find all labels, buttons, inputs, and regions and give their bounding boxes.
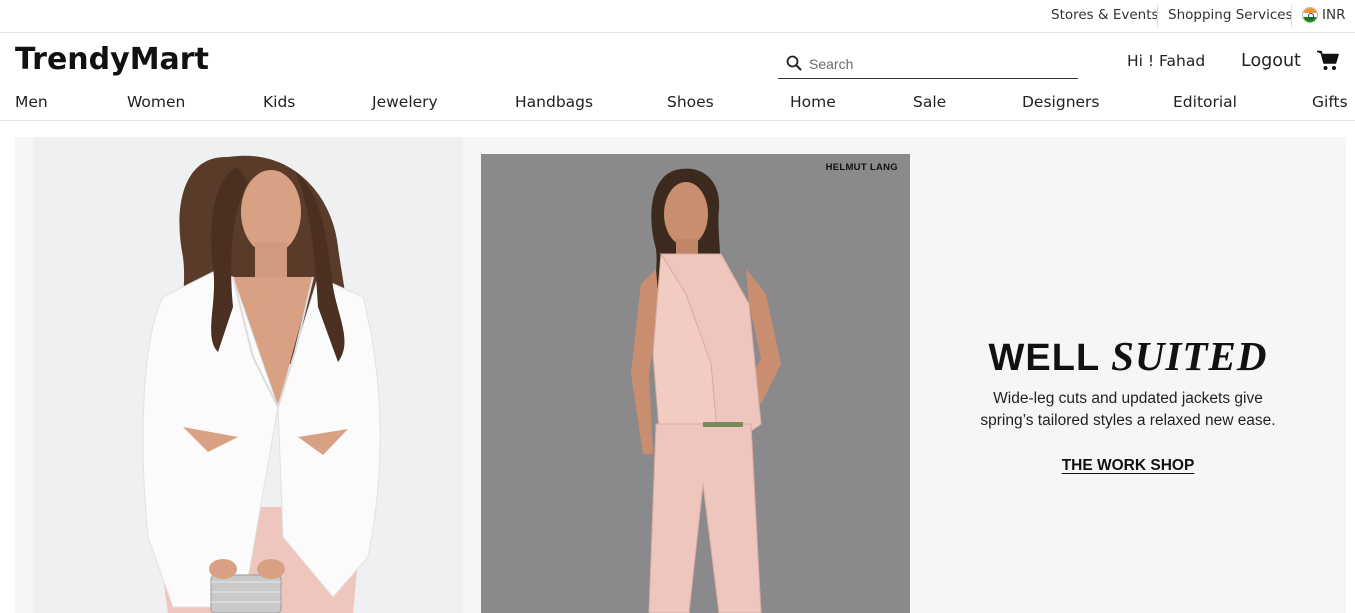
nav-item-shoes[interactable]: Shoes: [667, 93, 714, 111]
utility-bar: Stores & Events Shopping Services INR: [0, 0, 1355, 33]
shopping-services-link[interactable]: Shopping Services: [1168, 7, 1293, 23]
divider: [1291, 5, 1292, 27]
promo-description: Wide-leg cuts and updated jackets give s…: [933, 388, 1323, 432]
search-bar: [778, 50, 1078, 79]
promo-title-plain: WELL: [988, 337, 1100, 379]
logout-button[interactable]: Logout: [1241, 51, 1301, 71]
promo-text-line: spring’s tailored styles a relaxed new e…: [980, 412, 1276, 429]
nav-item-designers[interactable]: Designers: [1022, 93, 1100, 111]
brand-tag: HELMUT LANG: [825, 162, 898, 173]
nav-item-sale[interactable]: Sale: [913, 93, 946, 111]
nav-item-jewelery[interactable]: Jewelery: [372, 93, 438, 111]
search-input[interactable]: [809, 53, 1069, 75]
nav-item-kids[interactable]: Kids: [263, 93, 295, 111]
nav-item-women[interactable]: Women: [127, 93, 185, 111]
shopping-cart-icon[interactable]: [1317, 50, 1339, 71]
hero-image-white-blazer[interactable]: [33, 137, 463, 613]
model-white-blazer-image: [142, 155, 381, 613]
model-pink-suit-image: [631, 168, 781, 613]
india-flag-icon: [1302, 7, 1318, 23]
work-shop-link[interactable]: THE WORK SHOP: [1062, 457, 1195, 475]
currency-selector[interactable]: INR: [1322, 7, 1345, 23]
promo-text-line: Wide-leg cuts and updated jackets give: [993, 390, 1263, 407]
search-icon[interactable]: [786, 55, 802, 71]
main-nav: Men Women Kids Jewelery Handbags Shoes H…: [0, 90, 1355, 121]
promo-title: WELL SUITED: [933, 332, 1323, 380]
stores-events-link[interactable]: Stores & Events: [1051, 7, 1159, 23]
nav-item-men[interactable]: Men: [15, 93, 48, 111]
user-greeting: Hi ! Fahad: [1127, 52, 1206, 70]
hero-image-pink-suit[interactable]: HELMUT LANG: [481, 154, 910, 613]
logo[interactable]: TrendyMart: [15, 42, 209, 77]
promo-block: WELL SUITED Wide-leg cuts and updated ja…: [933, 332, 1323, 475]
divider: [1157, 5, 1158, 27]
nav-item-editorial[interactable]: Editorial: [1173, 93, 1237, 111]
nav-item-home[interactable]: Home: [790, 93, 836, 111]
nav-item-handbags[interactable]: Handbags: [515, 93, 593, 111]
hero-banner[interactable]: HELMUT LANG WELL SUITED Wide-leg cuts an…: [15, 137, 1346, 613]
nav-item-gifts[interactable]: Gifts: [1312, 93, 1348, 111]
promo-title-italic: SUITED: [1111, 333, 1268, 379]
